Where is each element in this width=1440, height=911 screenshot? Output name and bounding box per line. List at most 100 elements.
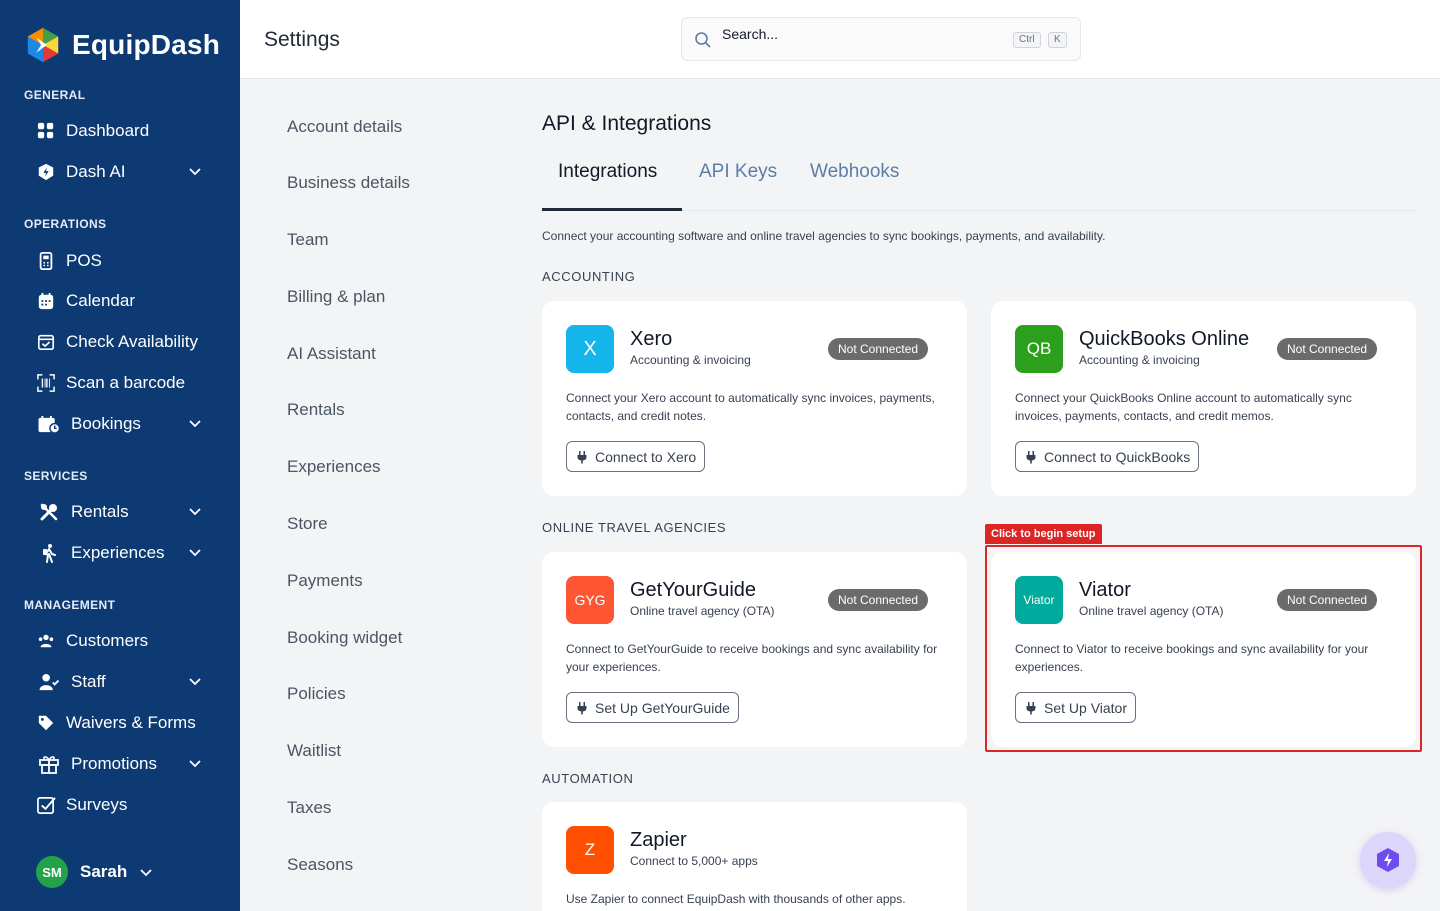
sidebar-item-bookings[interactable]: Bookings [36, 409, 216, 439]
integration-card-quickbooks: QB QuickBooks Online Accounting & invoic… [991, 301, 1416, 496]
section-automation: AUTOMATION [542, 771, 634, 786]
sidebar-item-rentals[interactable]: Rentals [36, 497, 216, 527]
sidebar-item-label: Experiences [71, 543, 165, 562]
settings-nav-team[interactable]: Team [287, 230, 329, 250]
integrations-description: Connect your accounting software and onl… [542, 229, 1106, 243]
bookings-icon [36, 414, 61, 434]
checkbox-icon [36, 795, 56, 815]
integration-description: Connect to GetYourGuide to receive booki… [566, 642, 938, 674]
sidebar-item-calendar[interactable]: Calendar [36, 286, 216, 316]
settings-nav-seasons[interactable]: Seasons [287, 855, 353, 875]
settings-nav-business[interactable]: Business details [287, 173, 410, 193]
sidebar-item-label: POS [66, 251, 102, 270]
chevron-down-icon [140, 869, 152, 877]
sidebar-item-surveys[interactable]: Surveys [36, 790, 216, 820]
sidebar-item-check-availability[interactable]: Check Availability [36, 327, 216, 357]
settings-nav-account[interactable]: Account details [287, 117, 402, 137]
tag-icon [36, 713, 56, 733]
chevron-down-icon [189, 678, 201, 686]
users-icon [36, 631, 56, 651]
section-services: SERVICES [24, 469, 88, 483]
staff-icon [36, 672, 61, 692]
plug-icon [577, 450, 587, 463]
integration-card-xero: X Xero Accounting & invoicing Not Connec… [542, 301, 967, 496]
barcode-scan-icon [36, 373, 56, 393]
tab-integrations[interactable]: Integrations [558, 161, 657, 183]
plug-icon [577, 701, 587, 714]
sidebar-item-customers[interactable]: Customers [36, 626, 216, 656]
settings-nav-booking-widget[interactable]: Booking widget [287, 628, 402, 648]
chevron-down-icon [189, 760, 201, 768]
sidebar-item-label: Bookings [71, 414, 141, 433]
sidebar-item-waivers[interactable]: Waivers & Forms [36, 708, 216, 738]
kbd-ctrl: Ctrl [1013, 32, 1041, 48]
sidebar-item-label: Waivers & Forms [66, 713, 196, 732]
sidebar-item-pos[interactable]: POS [36, 246, 216, 276]
xero-logo: X [566, 325, 614, 373]
integration-subtitle: Online travel agency (OTA) [630, 604, 775, 618]
settings-nav-policies[interactable]: Policies [287, 684, 346, 704]
calendar-icon [36, 291, 56, 311]
tools-icon [36, 502, 61, 522]
brand-name: EquipDash [72, 29, 221, 60]
integration-name: Xero [630, 328, 673, 350]
sidebar-item-label: Surveys [66, 795, 128, 814]
settings-nav-experiences[interactable]: Experiences [287, 457, 381, 477]
hiker-icon [36, 543, 61, 563]
connect-xero-button[interactable]: Connect to Xero [566, 441, 706, 472]
search-input[interactable]: Search... Ctrl K [681, 17, 1081, 61]
user-menu[interactable]: SM Sarah [36, 856, 153, 888]
button-label: Set Up GetYourGuide [595, 699, 730, 716]
section-general: GENERAL [24, 88, 86, 102]
integration-description: Use Zapier to connect EquipDash with tho… [566, 892, 906, 906]
settings-nav-waitlist[interactable]: Waitlist [287, 741, 341, 761]
integration-name: QuickBooks Online [1079, 328, 1250, 350]
sidebar-item-label: Promotions [71, 754, 157, 773]
avatar: SM [36, 856, 68, 888]
tab-webhooks[interactable]: Webhooks [810, 161, 899, 183]
settings-nav-payments[interactable]: Payments [287, 571, 363, 591]
settings-nav-rentals[interactable]: Rentals [287, 400, 345, 420]
tab-api-keys[interactable]: API Keys [699, 161, 777, 183]
settings-nav-ai[interactable]: AI Assistant [287, 344, 376, 364]
integration-description: Connect your Xero account to automatical… [566, 391, 935, 423]
sidebar-item-experiences[interactable]: Experiences [36, 538, 216, 568]
section-title: API & Integrations [542, 112, 712, 135]
search-placeholder: Search... [722, 26, 779, 42]
button-label: Connect to Xero [595, 448, 697, 465]
chevron-down-icon [189, 168, 201, 176]
zapier-logo: Z [566, 826, 614, 874]
settings-nav-taxes[interactable]: Taxes [287, 798, 331, 818]
sidebar-item-label: Staff [71, 672, 106, 691]
user-name: Sarah [80, 862, 128, 881]
equipdash-logo-icon [27, 27, 59, 63]
highlight-box [985, 545, 1422, 752]
button-label: Connect to QuickBooks [1044, 448, 1191, 465]
ai-assistant-fab[interactable] [1360, 832, 1416, 888]
calendar-check-icon [36, 332, 56, 352]
sidebar-item-label: Check Availability [66, 332, 198, 351]
pos-terminal-icon [36, 251, 56, 271]
setup-getyourguide-button[interactable]: Set Up GetYourGuide [566, 692, 739, 723]
settings-nav-store[interactable]: Store [287, 514, 328, 534]
settings-nav-billing[interactable]: Billing & plan [287, 287, 385, 307]
chevron-down-icon [189, 420, 201, 428]
sidebar-item-promotions[interactable]: Promotions [36, 749, 216, 779]
connect-quickbooks-button[interactable]: Connect to QuickBooks [1015, 441, 1200, 472]
brand[interactable]: EquipDash [24, 26, 220, 64]
status-badge: Not Connected [1277, 338, 1378, 360]
integration-name: GetYourGuide [630, 579, 757, 601]
integration-subtitle: Connect to 5,000+ apps [630, 854, 758, 868]
sidebar-item-dashboard[interactable]: Dashboard [36, 116, 216, 146]
quickbooks-logo: QB [1015, 325, 1063, 373]
sidebar-item-staff[interactable]: Staff [36, 667, 216, 697]
integration-description: Connect your QuickBooks Online account t… [1015, 391, 1352, 423]
kbd-k: K [1048, 32, 1067, 48]
sidebar-item-label: Customers [66, 631, 149, 650]
chevron-down-icon [189, 508, 201, 516]
active-tab-indicator [542, 208, 682, 211]
sidebar-item-scan-barcode[interactable]: Scan a barcode [36, 368, 216, 398]
integration-card-getyourguide: GYG GetYourGuide Online travel agency (O… [542, 552, 967, 747]
sidebar-item-dash-ai[interactable]: Dash AI [36, 157, 216, 187]
sidebar-item-label: Scan a barcode [66, 373, 186, 392]
